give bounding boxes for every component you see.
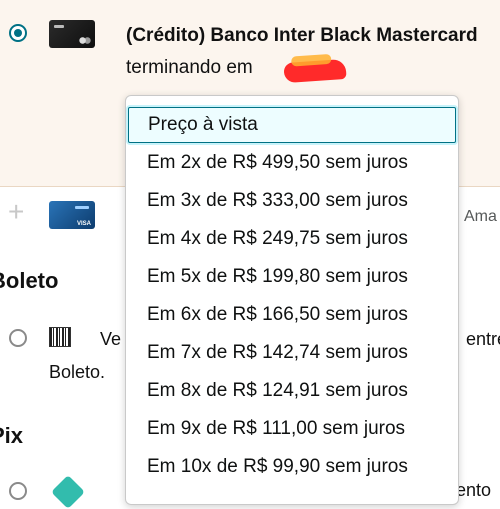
redaction-scribble bbox=[283, 58, 347, 84]
installment-option-5x[interactable]: Em 5x de R$ 199,80 sem juros bbox=[128, 259, 456, 295]
boleto-option-text: Ve bbox=[100, 329, 122, 349]
card-title: (Crédito) Banco Inter Black Mastercard bbox=[126, 25, 478, 46]
amazon-card-icon bbox=[49, 201, 95, 229]
boleto-option-line2: Boleto. bbox=[49, 362, 106, 382]
inter-black-card-icon bbox=[49, 20, 95, 48]
card-radio-selected[interactable] bbox=[9, 24, 27, 42]
installments-dropdown[interactable]: Preço à vista Em 2x de R$ 499,50 sem jur… bbox=[125, 95, 459, 505]
installment-option-2x[interactable]: Em 2x de R$ 499,50 sem juros bbox=[128, 145, 456, 181]
installment-option-6x[interactable]: Em 6x de R$ 166,50 sem juros bbox=[128, 297, 456, 333]
installment-option-10x[interactable]: Em 10x de R$ 99,90 sem juros bbox=[128, 449, 456, 485]
plus-icon[interactable]: + bbox=[8, 198, 24, 226]
pix-option-text-right: ento bbox=[456, 480, 492, 500]
installment-option-3x[interactable]: Em 3x de R$ 333,00 sem juros bbox=[128, 183, 456, 219]
boleto-option-text-right: entre bbox=[466, 329, 500, 349]
boleto-heading: Boleto bbox=[0, 268, 59, 293]
barcode-icon bbox=[49, 327, 71, 347]
installment-option-7x[interactable]: Em 7x de R$ 142,74 sem juros bbox=[128, 335, 456, 371]
card-subtitle: terminando em bbox=[126, 57, 253, 78]
second-card-label: Ama bbox=[464, 208, 497, 225]
pix-heading: Pix bbox=[0, 423, 24, 448]
pix-icon bbox=[51, 475, 85, 509]
installment-option-8x[interactable]: Em 8x de R$ 124,91 sem juros bbox=[128, 373, 456, 409]
installment-option-cash[interactable]: Preço à vista bbox=[128, 107, 456, 143]
boleto-radio[interactable] bbox=[9, 329, 27, 347]
pix-radio[interactable] bbox=[9, 482, 27, 500]
installment-option-9x[interactable]: Em 9x de R$ 111,00 sem juros bbox=[128, 411, 456, 447]
installment-option-4x[interactable]: Em 4x de R$ 249,75 sem juros bbox=[128, 221, 456, 257]
